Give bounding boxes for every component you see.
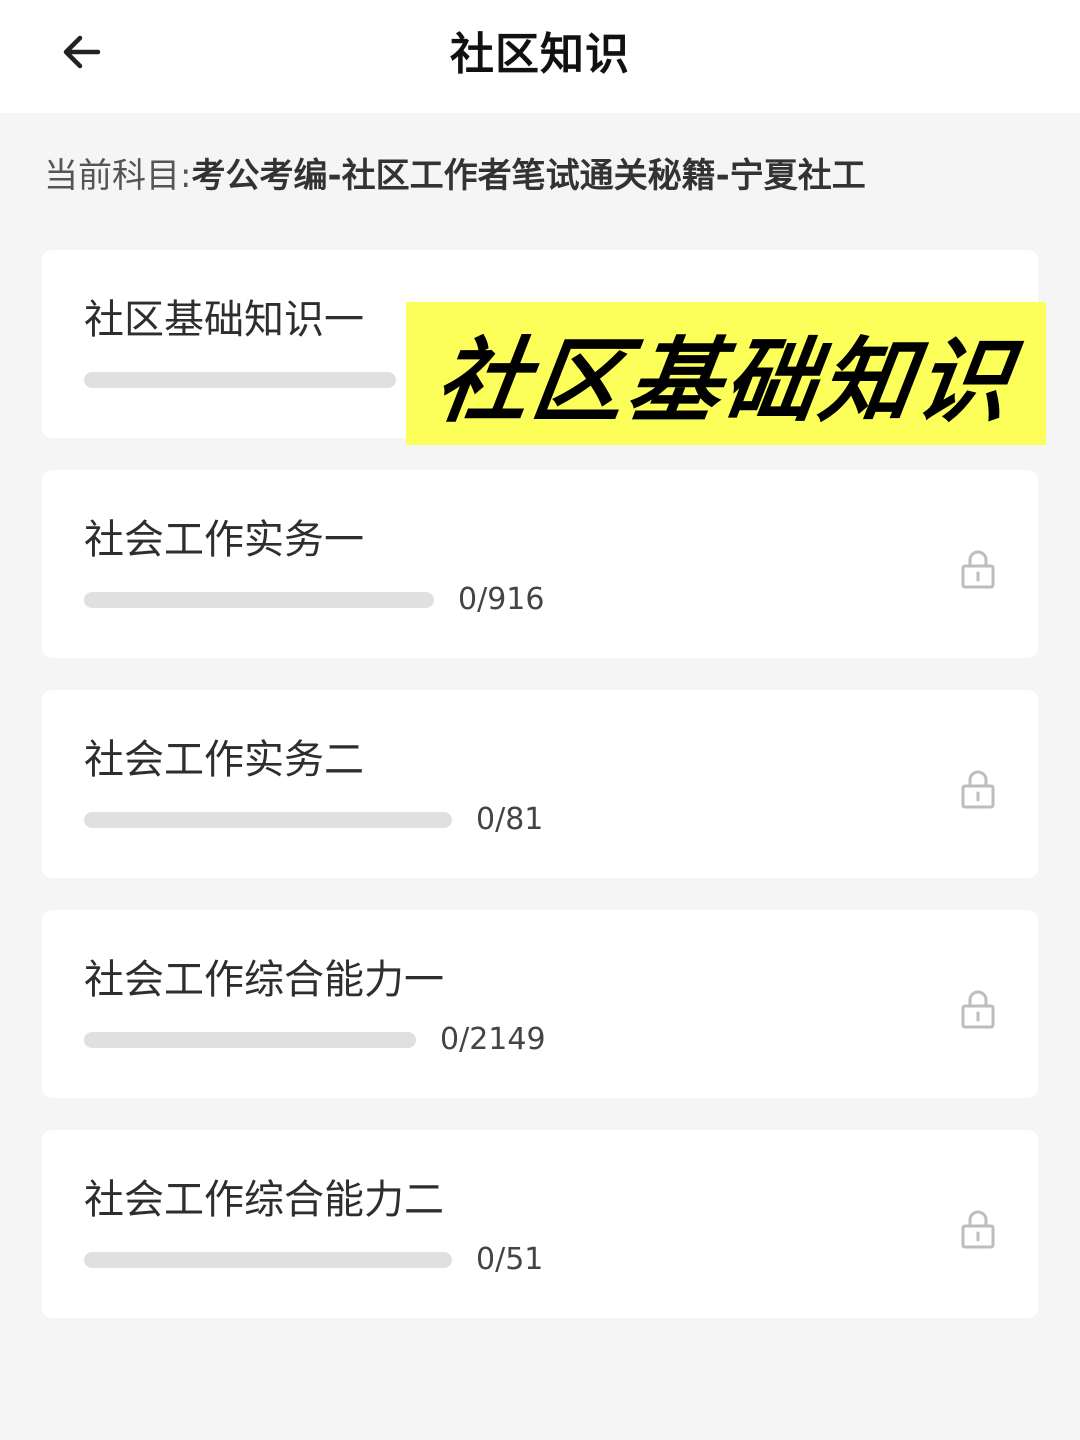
module-card[interactable]: 社会工作综合能力一 0/2149 bbox=[42, 910, 1038, 1098]
module-title: 社会工作实务二 bbox=[84, 737, 364, 783]
progress-count: 0/81 bbox=[476, 802, 544, 837]
progress-count: 0/2149 bbox=[440, 1022, 546, 1057]
progress-count: 0/916 bbox=[458, 582, 545, 617]
lock-icon[interactable] bbox=[960, 548, 996, 590]
progress-bar bbox=[84, 592, 434, 608]
top-bar: 社区知识 bbox=[0, 0, 1080, 113]
progress-count: 0/51 bbox=[476, 1242, 544, 1277]
module-title: 社会工作实务一 bbox=[84, 517, 364, 563]
progress-bar bbox=[84, 1032, 416, 1048]
module-title: 社会工作综合能力一 bbox=[84, 957, 444, 1003]
lock-icon[interactable] bbox=[960, 768, 996, 810]
module-card[interactable]: 社会工作实务一 0/916 bbox=[42, 470, 1038, 658]
current-subject: 当前科目:考公考编-社区工作者笔试通关秘籍-宁夏社工 bbox=[44, 152, 1044, 200]
page-title: 社区知识 bbox=[450, 29, 630, 80]
subject-label: 当前科目: bbox=[44, 156, 192, 196]
lock-icon[interactable] bbox=[960, 1208, 996, 1250]
subject-value: 考公考编-社区工作者笔试通关秘籍-宁夏社工 bbox=[191, 156, 866, 196]
progress-bar bbox=[84, 1252, 452, 1268]
progress-bar bbox=[84, 372, 396, 388]
progress-bar bbox=[84, 812, 452, 828]
module-title: 社会工作综合能力二 bbox=[84, 1177, 444, 1223]
module-title: 社区基础知识一 bbox=[84, 297, 364, 343]
lock-icon[interactable] bbox=[960, 988, 996, 1030]
module-card[interactable]: 社会工作实务二 0/81 bbox=[42, 690, 1038, 878]
overlay-banner-text: 社区基础知识 bbox=[429, 328, 1021, 435]
module-card[interactable]: 社会工作综合能力二 0/51 bbox=[42, 1130, 1038, 1318]
overlay-banner: 社区基础知识 bbox=[406, 302, 1046, 445]
